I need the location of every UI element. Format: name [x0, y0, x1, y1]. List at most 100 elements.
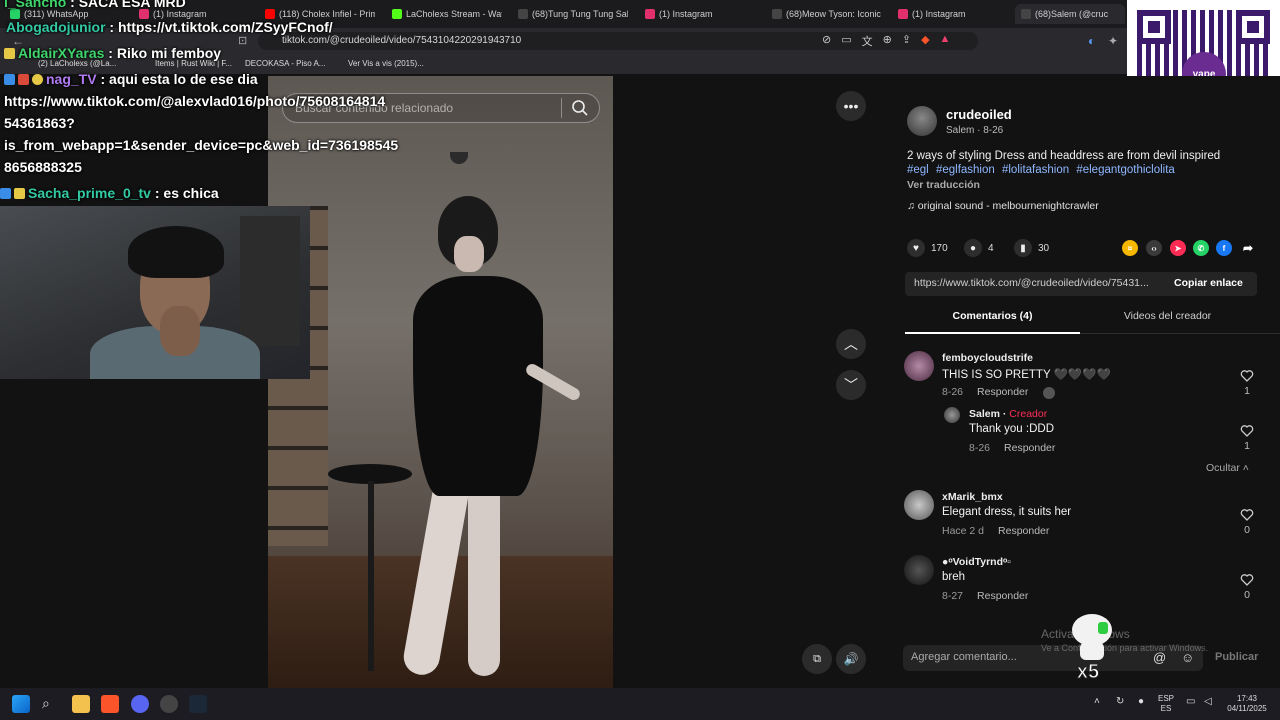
video-stool-leg: [368, 481, 374, 671]
tray-chevron-up-icon[interactable]: ˄: [1094, 697, 1100, 707]
windows-start-icon[interactable]: [12, 695, 30, 713]
comment-button[interactable]: ● 4: [964, 239, 994, 257]
tab-instagram[interactable]: (1) Instagram: [898, 6, 1008, 22]
translate-icon[interactable]: 文: [862, 33, 873, 49]
vip-badge-icon: [18, 74, 29, 85]
tiktok-icon: [1021, 9, 1031, 19]
comment-meta: 8-27 Responder: [942, 590, 1028, 602]
reply-button[interactable]: Responder: [977, 386, 1028, 398]
video-person-leg: [468, 476, 500, 676]
steam-icon[interactable]: [189, 695, 207, 713]
audio-icon[interactable]: ◐: [1088, 34, 1095, 48]
obs-icon[interactable]: [160, 695, 178, 713]
brave-browser-icon[interactable]: [101, 695, 119, 713]
commenter-name[interactable]: femboycloudstrife: [942, 352, 1033, 364]
tab-tiktok[interactable]: (68)Meow Tyson: Iconic B: [772, 6, 882, 22]
clock-time: 17:43: [1236, 694, 1258, 703]
hashtag-link[interactable]: #elegantgothiclolita: [1076, 164, 1174, 176]
chevron-up-icon[interactable]: ︿: [836, 329, 866, 359]
tab-label: LaCholexs Stream - Watch: [406, 9, 502, 19]
extensions-icon[interactable]: ✦: [1108, 34, 1118, 48]
chevron-up-icon: ˄: [1242, 462, 1249, 474]
comment-date: 8-26: [942, 386, 964, 398]
mascot-multiplier: x5: [1077, 661, 1099, 682]
commenter-avatar[interactable]: [904, 555, 934, 585]
hide-replies-button[interactable]: Ocultar ˄: [1206, 462, 1249, 474]
reply-button[interactable]: Responder: [998, 525, 1049, 537]
subscriber-badge-icon: [4, 48, 15, 59]
tab-active-tiktok[interactable]: (68)Salem (@cruc: [1015, 4, 1125, 24]
search-icon[interactable]: ⌕: [42, 695, 60, 713]
comment-like-count: 1: [1244, 440, 1250, 452]
see-translation-link[interactable]: Ver traducción: [907, 179, 980, 191]
language-top: ESP: [1158, 694, 1175, 703]
tray-sync-icon[interactable]: ↻: [1116, 697, 1124, 707]
volume-icon[interactable]: ◁: [1204, 697, 1212, 707]
language-indicator[interactable]: ESP ES: [1158, 694, 1174, 714]
bookmark-icon[interactable]: ⊡: [238, 34, 247, 47]
commenter-name[interactable]: ●ᵒVoidTyrndᵒ▫: [942, 556, 1011, 568]
brave-shield-icon[interactable]: ◆: [921, 33, 929, 49]
author-avatar[interactable]: [907, 106, 937, 136]
whatsapp-share-icon[interactable]: ✆: [1193, 240, 1209, 256]
network-icon[interactable]: ▭: [1186, 697, 1195, 707]
video-player[interactable]: [268, 76, 613, 688]
share-icon[interactable]: ⇪: [902, 33, 911, 49]
tab-instagram[interactable]: (1) Instagram: [645, 6, 755, 22]
tray-mic-icon[interactable]: ●: [1138, 697, 1144, 707]
pip-icon[interactable]: ⧉: [802, 644, 832, 674]
comment-heart-icon[interactable]: [1240, 424, 1254, 438]
sound-link[interactable]: ♫ original sound - melbournenightcrawler: [907, 200, 1099, 212]
file-explorer-icon[interactable]: [72, 695, 90, 713]
coin-icon[interactable]: ¤: [1122, 240, 1138, 256]
commenter-avatar[interactable]: [904, 351, 934, 381]
bookmark-item[interactable]: DECOKASA - Piso A...: [245, 59, 325, 68]
clock[interactable]: 17:43 04/11/2025: [1224, 694, 1270, 714]
language-bottom: ES: [1160, 704, 1172, 713]
comment-heart-icon[interactable]: [1240, 508, 1254, 522]
screen-icon[interactable]: ▭: [841, 33, 851, 49]
comment-heart-icon[interactable]: [1240, 573, 1254, 587]
comment-meta: 8-26 Responder: [942, 386, 1028, 398]
chat-text: is_from_webapp=1&sender_device=pc&web_id…: [4, 137, 399, 153]
reply-button[interactable]: Responder: [977, 590, 1028, 602]
discord-icon[interactable]: [131, 695, 149, 713]
share-arrow-icon[interactable]: ➦: [1240, 240, 1256, 256]
comment-heart-icon[interactable]: [1240, 369, 1254, 383]
hashtag-link[interactable]: #egl: [907, 164, 929, 176]
chat-message: AldairXYaras : Riko mi femboy: [4, 45, 221, 61]
instagram-icon: [139, 9, 149, 19]
bookmark-item[interactable]: Ver Vis a vis (2015)...: [348, 59, 424, 68]
commenter-avatar[interactable]: [944, 407, 960, 423]
tab-comments[interactable]: Comentarios (4): [905, 310, 1080, 334]
video-description: 2 ways of styling Dress and headdress ar…: [907, 150, 1221, 162]
tracking-icon[interactable]: ⊘: [822, 33, 831, 49]
chevron-down-icon[interactable]: ﹀: [836, 370, 866, 400]
copy-link-button[interactable]: Copiar enlace: [1167, 272, 1257, 296]
rewards-icon[interactable]: ▲: [940, 33, 951, 49]
commenter-name[interactable]: Salem · Creador: [969, 408, 1047, 420]
embed-icon[interactable]: ‹›: [1146, 240, 1162, 256]
send-to-friends-icon[interactable]: ➤: [1170, 240, 1186, 256]
zoom-icon[interactable]: ⊕: [883, 33, 892, 49]
tab-tiktok[interactable]: (68)Tung Tung Tung Sahu: [518, 6, 628, 22]
tab-kick[interactable]: LaCholexs Stream - Watch: [392, 6, 502, 22]
author-name[interactable]: crudeoiled: [946, 107, 1012, 122]
tab-creator-videos[interactable]: Videos del creador: [1080, 310, 1255, 322]
more-horizontal-icon[interactable]: •••: [836, 91, 866, 121]
save-button[interactable]: ▮ 30: [1014, 239, 1049, 257]
reply-button[interactable]: Responder: [1004, 442, 1055, 454]
webcam-hand: [160, 306, 200, 356]
level-badge-icon: [32, 74, 43, 85]
hashtag-link[interactable]: #eglfashion: [936, 164, 995, 176]
commenter-name[interactable]: xMarik_bmx: [942, 491, 1003, 503]
like-button[interactable]: ♥ 170: [907, 239, 948, 257]
video-link-field[interactable]: https://www.tiktok.com/@crudeoiled/video…: [905, 272, 1167, 296]
search-icon[interactable]: [571, 99, 589, 117]
tab-label: (68)Tung Tung Tung Sahu: [532, 9, 628, 19]
volume-icon[interactable]: 🔊: [836, 644, 866, 674]
commenter-avatar[interactable]: [904, 490, 934, 520]
publish-button[interactable]: Publicar: [1215, 651, 1258, 663]
facebook-share-icon[interactable]: f: [1216, 240, 1232, 256]
hashtag-link[interactable]: #lolitafashion: [1002, 164, 1069, 176]
